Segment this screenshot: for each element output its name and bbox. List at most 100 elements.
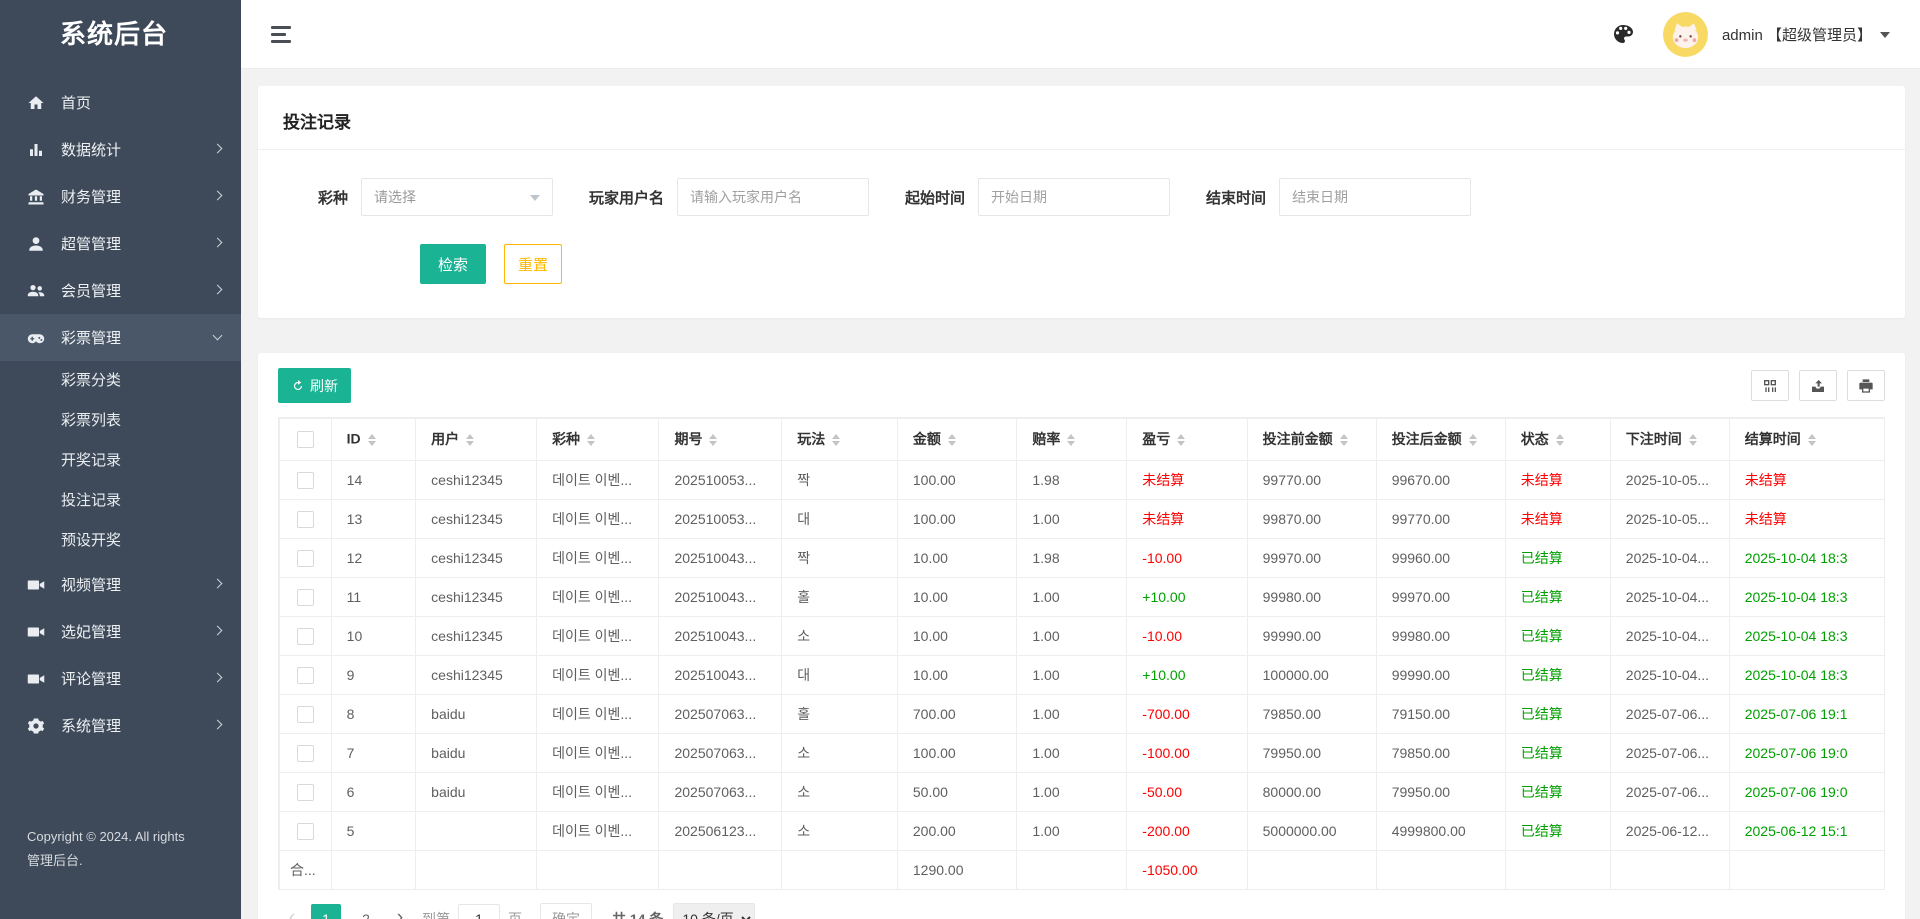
- sort-icon[interactable]: [1067, 430, 1075, 450]
- cell-issue: 202507063...: [659, 773, 782, 812]
- cell-profit: 未结算: [1127, 500, 1247, 539]
- column-header[interactable]: 结算时间: [1729, 419, 1884, 461]
- top-header: admin 【超级管理员】: [241, 0, 1920, 69]
- current-user-label[interactable]: admin 【超级管理员】: [1722, 24, 1872, 45]
- cell-bet_time: 2025-10-04...: [1610, 656, 1729, 695]
- cell-before: 99990.00: [1247, 617, 1376, 656]
- table-body: 14ceshi12345데이트 이벤...202510053...짝100.00…: [280, 461, 1885, 890]
- refresh-button[interactable]: 刷新: [278, 368, 351, 403]
- cell-bet_time: 2025-10-04...: [1610, 578, 1729, 617]
- sidebar-subitem-lottery-list[interactable]: 彩票列表: [0, 401, 241, 441]
- cell-bet_time: 2025-07-06...: [1610, 773, 1729, 812]
- sort-icon[interactable]: [1689, 430, 1697, 450]
- sidebar-item-super-admin[interactable]: 超管管理: [0, 220, 241, 267]
- cell-before: 100000.00: [1247, 656, 1376, 695]
- column-header[interactable]: 玩法: [782, 419, 898, 461]
- cell-user: baidu: [416, 734, 537, 773]
- row-checkbox[interactable]: [297, 784, 314, 801]
- user-dropdown-caret-icon[interactable]: [1880, 32, 1890, 43]
- sidebar-item-home[interactable]: 首页: [0, 79, 241, 126]
- jump-prefix-label: 到第: [422, 909, 450, 919]
- sort-icon[interactable]: [948, 430, 956, 450]
- jump-confirm-button[interactable]: 确定: [540, 903, 592, 919]
- sidebar-item-video[interactable]: 视频管理: [0, 561, 241, 608]
- sidebar-subitem-bet-records[interactable]: 投注记录: [0, 481, 241, 521]
- column-header[interactable]: 金额: [897, 419, 1016, 461]
- sidebar-item-finance[interactable]: 财务管理: [0, 173, 241, 220]
- sidebar-item-stats[interactable]: 数据统计: [0, 126, 241, 173]
- sort-icon[interactable]: [832, 430, 840, 450]
- sort-icon[interactable]: [1808, 430, 1816, 450]
- row-checkbox[interactable]: [297, 628, 314, 645]
- select-all-checkbox[interactable]: [297, 431, 314, 448]
- total-cell-profit: -1050.00: [1127, 851, 1247, 890]
- row-checkbox[interactable]: [297, 745, 314, 762]
- theme-palette-icon[interactable]: [1611, 22, 1635, 46]
- sidebar-item-system[interactable]: 系统管理: [0, 702, 241, 749]
- filter-columns-button[interactable]: [1751, 370, 1789, 401]
- row-checkbox[interactable]: [297, 706, 314, 723]
- export-button[interactable]: [1799, 370, 1837, 401]
- page-number-1[interactable]: 1: [311, 904, 341, 919]
- sidebar-item-lottery[interactable]: 彩票管理: [0, 314, 241, 361]
- search-button[interactable]: 检索: [420, 244, 486, 284]
- row-checkbox[interactable]: [297, 550, 314, 567]
- home-icon: [26, 93, 45, 112]
- column-header[interactable]: 赔率: [1017, 419, 1127, 461]
- avatar[interactable]: [1663, 12, 1708, 57]
- sidebar-item-girls[interactable]: 选妃管理: [0, 608, 241, 655]
- column-header[interactable]: ID: [331, 419, 416, 461]
- sidebar: 系统后台 首页数据统计财务管理超管管理会员管理彩票管理彩票分类彩票列表开奖记录投…: [0, 0, 241, 919]
- column-header[interactable]: 期号: [659, 419, 782, 461]
- sort-icon[interactable]: [587, 430, 595, 450]
- row-checkbox[interactable]: [297, 589, 314, 606]
- column-header[interactable]: 投注前金额: [1247, 419, 1376, 461]
- cell-profit: -700.00: [1127, 695, 1247, 734]
- cell-rate: 1.00: [1017, 578, 1127, 617]
- lottery-type-select[interactable]: 请选择: [361, 178, 553, 216]
- column-header[interactable]: 状态: [1505, 419, 1610, 461]
- cell-rate: 1.00: [1017, 617, 1127, 656]
- cell-amount: 10.00: [897, 656, 1016, 695]
- row-checkbox[interactable]: [297, 472, 314, 489]
- row-checkbox[interactable]: [297, 511, 314, 528]
- start-date-input[interactable]: [978, 178, 1170, 216]
- sidebar-item-comments[interactable]: 评论管理: [0, 655, 241, 702]
- jump-page-input[interactable]: [458, 904, 500, 919]
- end-date-input[interactable]: [1279, 178, 1471, 216]
- column-header[interactable]: 彩种: [537, 419, 659, 461]
- sort-icon[interactable]: [1177, 430, 1185, 450]
- sidebar-subitem-preset-draw[interactable]: 预设开奖: [0, 521, 241, 561]
- column-header[interactable]: 下注时间: [1610, 419, 1729, 461]
- sort-icon[interactable]: [1340, 430, 1348, 450]
- cell-status: 已结算: [1505, 617, 1610, 656]
- sort-icon[interactable]: [1469, 430, 1477, 450]
- next-page-button[interactable]: ›: [386, 904, 414, 919]
- sidebar-subitem-lottery-category[interactable]: 彩票分类: [0, 361, 241, 401]
- total-cell-after: [1376, 851, 1505, 890]
- sidebar-item-members[interactable]: 会员管理: [0, 267, 241, 314]
- cell-settle_time: 未结算: [1729, 500, 1884, 539]
- sort-icon[interactable]: [466, 430, 474, 450]
- reset-button[interactable]: 重置: [504, 244, 562, 284]
- player-username-input[interactable]: [677, 178, 869, 216]
- page-number-2[interactable]: 2: [351, 904, 381, 919]
- prev-page-button[interactable]: ‹: [278, 904, 306, 919]
- sidebar-subitem-draw-records[interactable]: 开奖记录: [0, 441, 241, 481]
- sort-icon[interactable]: [1556, 430, 1564, 450]
- cell-play: 소: [782, 812, 898, 851]
- row-checkbox[interactable]: [297, 667, 314, 684]
- column-header[interactable]: 盈亏: [1127, 419, 1247, 461]
- cell-after: 79950.00: [1376, 773, 1505, 812]
- print-button[interactable]: [1847, 370, 1885, 401]
- cell-lottery: 데이트 이벤...: [537, 617, 659, 656]
- cell-issue: 202507063...: [659, 695, 782, 734]
- sort-icon[interactable]: [709, 430, 717, 450]
- column-header[interactable]: 投注后金额: [1376, 419, 1505, 461]
- page-size-select[interactable]: 10 条/页: [673, 903, 755, 919]
- column-header[interactable]: 用户: [416, 419, 537, 461]
- menu-toggle-icon[interactable]: [271, 26, 291, 43]
- sort-icon[interactable]: [368, 430, 376, 450]
- row-checkbox[interactable]: [297, 823, 314, 840]
- total-cell-status: [1505, 851, 1610, 890]
